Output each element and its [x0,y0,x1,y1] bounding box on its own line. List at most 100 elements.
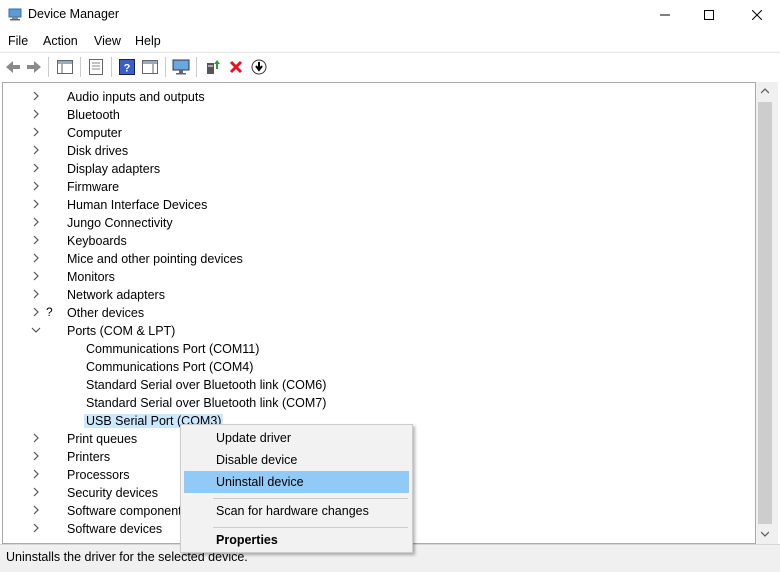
expand-chevron-icon[interactable] [31,505,41,517]
properties-icon [89,59,103,75]
tree-item-label: Communications Port (COM4) [86,360,254,374]
menu-separator [213,527,408,528]
expand-chevron-icon[interactable] [31,469,41,481]
bluetooth-icon [46,107,62,123]
expand-chevron-icon[interactable] [31,451,41,463]
expand-chevron-icon[interactable] [31,523,41,535]
back-button[interactable] [4,58,22,76]
computer-icon [46,125,62,141]
expand-chevron-icon[interactable] [31,163,41,175]
tree-category[interactable]: Monitors [3,268,743,286]
tree-item-label: Monitors [67,270,115,284]
menu-item-disable-device[interactable]: Disable device [184,449,409,471]
tree-category[interactable]: Computer [3,124,743,142]
display-adapter-icon [46,161,62,177]
tree-category[interactable]: Bluetooth [3,106,743,124]
action-pane-icon [142,60,158,74]
tree-item-label: Print queues [67,432,138,446]
expand-chevron-icon[interactable] [31,181,41,193]
tree-category[interactable]: Disk drives [3,142,743,160]
scroll-up-icon[interactable] [761,88,769,94]
scroll-down-icon[interactable] [761,531,769,537]
properties-button[interactable] [87,58,105,76]
menu-view[interactable]: View [94,34,121,48]
tree-device[interactable]: Standard Serial over Bluetooth link (COM… [3,394,743,412]
close-icon [752,10,762,20]
tree-category[interactable]: Firmware [3,178,743,196]
tree-category[interactable]: ? Other devices [3,304,743,322]
expand-chevron-icon[interactable] [31,271,41,283]
software-device-icon [46,521,62,537]
tree-item-label: Software components [67,504,188,518]
menu-item-uninstall-device[interactable]: Uninstall device [184,471,409,493]
tree-item-label: Display adapters [67,162,161,176]
disable-device-icon [251,59,267,75]
update-driver-button[interactable] [204,58,222,76]
tree-category[interactable]: Keyboards [3,232,743,250]
forward-button[interactable] [25,58,43,76]
tree-item-label: Jungo Connectivity [67,216,173,230]
maximize-icon [704,10,714,20]
port-icon [65,413,81,429]
expand-chevron-icon[interactable] [31,307,41,319]
expand-chevron-icon[interactable] [31,235,41,247]
expand-chevron-icon[interactable] [31,109,41,121]
expand-chevron-icon[interactable] [31,433,41,445]
scan-hardware-button[interactable] [172,58,190,76]
toolbar: ? [0,52,780,80]
keyboard-icon [46,233,62,249]
scrollbar-thumb[interactable] [758,102,772,524]
tree-category[interactable]: Ports (COM & LPT) [3,322,743,340]
menu-file[interactable]: File [8,34,28,48]
other-devices-icon: ? [46,305,62,321]
close-button[interactable] [734,0,780,30]
expand-chevron-icon[interactable] [31,127,41,139]
tree-category[interactable]: Audio inputs and outputs [3,88,743,106]
tree-category[interactable]: Jungo Connectivity [3,214,743,232]
help-button[interactable]: ? [118,58,136,76]
speaker-icon [46,89,62,105]
tree-device[interactable]: Communications Port (COM4) [3,358,743,376]
device-manager-app-icon [8,8,22,21]
expand-chevron-icon[interactable] [31,145,41,157]
show-hide-console-tree-button[interactable] [56,58,74,76]
tree-item-label: Disk drives [67,144,129,158]
mouse-icon [46,251,62,267]
minimize-icon [660,14,670,16]
expand-chevron-icon[interactable] [31,289,41,301]
printer-icon [46,449,62,465]
tree-item-label: Bluetooth [67,108,120,122]
tree-device[interactable]: Standard Serial over Bluetooth link (COM… [3,376,743,394]
collapse-chevron-icon[interactable] [31,325,41,337]
tree-item-label: Firmware [67,180,120,194]
tree-category[interactable]: Network adapters [3,286,743,304]
tree-item-label: Security devices [67,486,159,500]
window-title: Device Manager [28,7,120,21]
tree-category[interactable]: Human Interface Devices [3,196,743,214]
expand-chevron-icon[interactable] [31,199,41,211]
menu-bar: File Action View Help [0,30,780,52]
minimize-button[interactable] [642,0,688,30]
expand-chevron-icon[interactable] [31,217,41,229]
disable-device-button[interactable] [250,58,268,76]
tree-category[interactable]: Display adapters [3,160,743,178]
menu-item-scan-hardware[interactable]: Scan for hardware changes [184,500,409,522]
menu-item-properties[interactable]: Properties [184,529,409,551]
expand-chevron-icon[interactable] [31,91,41,103]
action-pane-button[interactable] [141,58,159,76]
menu-help[interactable]: Help [135,34,161,48]
expand-chevron-icon[interactable] [31,253,41,265]
expand-chevron-icon[interactable] [31,487,41,499]
svg-text:?: ? [124,63,131,75]
menu-item-update-driver[interactable]: Update driver [184,427,409,449]
tree-category[interactable]: Mice and other pointing devices [3,250,743,268]
tree-item-label: Processors [67,468,130,482]
disk-drive-icon [46,143,62,159]
forward-icon [27,61,41,73]
tree-device[interactable]: Communications Port (COM11) [3,340,743,358]
maximize-button[interactable] [686,0,732,30]
tree-item-label: Communications Port (COM11) [86,342,260,356]
uninstall-device-button[interactable] [227,58,245,76]
menu-action[interactable]: Action [43,34,78,48]
vertical-scrollbar[interactable] [756,82,778,544]
